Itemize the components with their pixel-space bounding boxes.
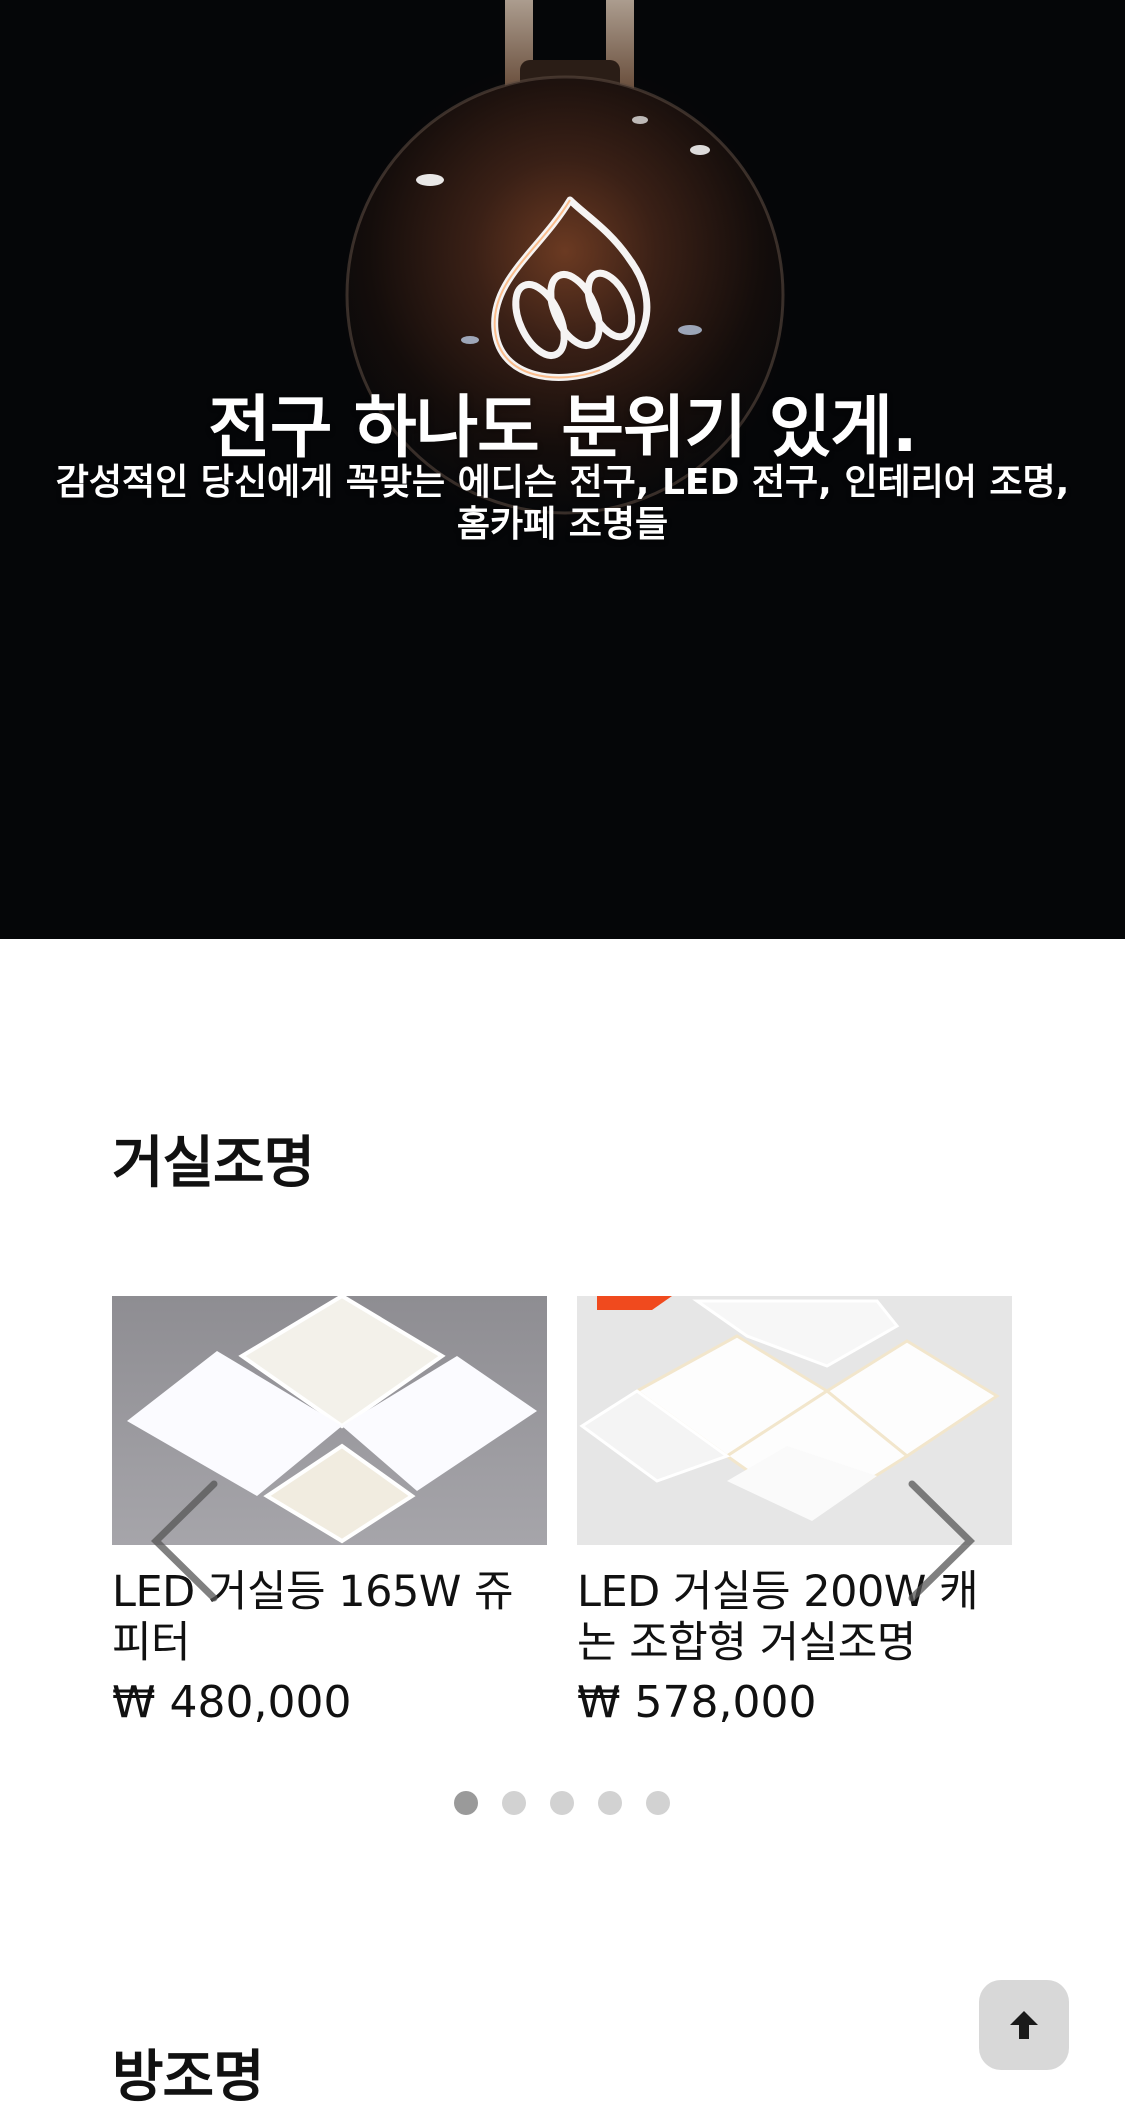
carousel-dot[interactable] — [598, 1791, 622, 1815]
hero-banner: 전구 하나도 분위기 있게. 감성적인 당신에게 꼭맞는 에디슨 전구, LED… — [0, 0, 1125, 939]
carousel-dot[interactable] — [646, 1791, 670, 1815]
scroll-top-button[interactable] — [979, 1980, 1069, 2070]
product-price: ₩ 578,000 — [577, 1677, 817, 1728]
hero-subtitle: 감성적인 당신에게 꼭맞는 에디슨 전구, LED 전구, 인테리어 조명, 홈… — [55, 462, 1070, 545]
chevron-left-icon[interactable] — [146, 1476, 226, 1606]
chevron-right-icon[interactable] — [900, 1476, 980, 1606]
section-title-room: 방조명 — [112, 2045, 265, 2110]
arrow-up-icon — [1010, 2011, 1038, 2039]
carousel-pagination — [454, 1791, 670, 1815]
section-title-living-room: 거실조명 — [112, 1131, 315, 1196]
carousel-dot[interactable] — [502, 1791, 526, 1815]
carousel-dot[interactable] — [454, 1791, 478, 1815]
product-price: ₩ 480,000 — [112, 1677, 352, 1728]
hero-title: 전구 하나도 분위기 있게. — [208, 389, 917, 468]
carousel-dot[interactable] — [550, 1791, 574, 1815]
